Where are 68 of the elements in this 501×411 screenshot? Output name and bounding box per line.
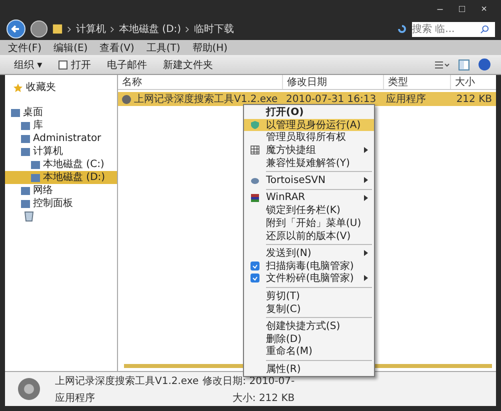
context-menu-item[interactable]: TortoiseSVN xyxy=(244,174,374,187)
window-control-button[interactable]: – xyxy=(431,4,449,14)
books-icon xyxy=(250,192,260,203)
context-menu-item[interactable]: 创建快捷方式(S) xyxy=(244,320,374,332)
file-name: 上网记录深度搜索工具V1.2.exe xyxy=(55,374,199,388)
context-menu-item[interactable]: 锁定到任务栏(K) xyxy=(244,204,374,217)
chevron-icon xyxy=(67,26,72,32)
tree-item[interactable]: 桌面 xyxy=(5,106,117,119)
context-menu-item[interactable]: 发送到(N) xyxy=(244,246,374,260)
grid-icon xyxy=(250,145,260,156)
modified-date: 修改日期: 2010-07- xyxy=(202,374,295,388)
tree-item[interactable]: 本地磁盘 (D:) xyxy=(5,171,117,184)
preview-pane-icon[interactable] xyxy=(458,58,470,70)
column-header[interactable]: 大小 xyxy=(450,75,496,89)
breadcrumb-link[interactable]: 本地磁盘 (D:) xyxy=(119,22,182,36)
context-menu-item[interactable]: WinRAR xyxy=(244,192,374,204)
star-icon xyxy=(13,82,23,92)
refresh-icon[interactable] xyxy=(396,23,408,35)
search-input[interactable]: 搜索 临... xyxy=(412,22,480,36)
tree-item[interactable]: 计算机 xyxy=(5,145,117,158)
column-header[interactable]: 名称 xyxy=(118,75,282,89)
column-header[interactable]: 类型 xyxy=(383,75,450,89)
view-options-icon[interactable] xyxy=(434,60,450,70)
context-menu-item[interactable]: 扫描病毒(电脑管家) xyxy=(244,260,374,272)
breadcrumb-link[interactable]: 计算机 xyxy=(76,22,106,36)
toolbar-button[interactable]: 组织 ▾ xyxy=(10,58,46,72)
folder-icon xyxy=(52,23,63,35)
menu-item[interactable]: 帮助(H) xyxy=(192,40,228,54)
tree-item[interactable]: 库 xyxy=(5,119,117,132)
menu-item[interactable]: 文件(F) xyxy=(8,40,42,54)
context-menu-item[interactable]: 删除(D) xyxy=(244,332,374,346)
chevron-icon xyxy=(110,26,115,32)
window-control-button[interactable]: × xyxy=(475,4,493,14)
tree-item[interactable]: 本地磁盘 (C:) xyxy=(5,158,117,171)
tree-item[interactable]: Administrator xyxy=(5,132,117,145)
toolbar-button[interactable]: 新建文件夹 xyxy=(159,58,218,72)
tree-item[interactable]: 控制面板 xyxy=(5,197,117,210)
search-icon xyxy=(480,24,489,34)
toolbar-button[interactable]: 电子邮件 xyxy=(103,58,152,72)
column-header[interactable]: 修改日期 xyxy=(282,75,383,89)
favorites-item[interactable]: 收藏夹 xyxy=(5,81,117,94)
file-row[interactable]: 上网记录深度搜索工具V1.2.exe 2010-07-31 16:13 应用程序 212 KB xyxy=(118,92,496,106)
context-menu-item[interactable]: 管理员取得所有权 xyxy=(244,131,374,144)
context-menu-item[interactable]: 兼容性疑难解答(Y) xyxy=(244,156,374,169)
file-size: 大小: 212 KB xyxy=(231,392,295,404)
context-menu-item[interactable]: 打开(O) xyxy=(244,106,374,119)
context-menu-item[interactable]: 还原以前的版本(V) xyxy=(244,229,374,242)
menu-item[interactable]: 查看(V) xyxy=(100,40,134,54)
recycle-bin-icon[interactable] xyxy=(23,210,35,222)
context-menu-item[interactable]: 重命名(M) xyxy=(244,345,374,358)
chevron-icon xyxy=(185,26,190,32)
context-menu-item[interactable]: 剪切(T) xyxy=(244,290,374,302)
tree-item[interactable]: 网络 xyxy=(5,184,117,197)
context-menu-item[interactable]: 以管理员身份运行(A) xyxy=(244,118,374,132)
context-menu-item[interactable]: 复制(C) xyxy=(244,302,374,315)
search-field[interactable]: 搜索 临... xyxy=(412,22,495,36)
context-menu-item[interactable]: 属性(R) xyxy=(244,362,374,376)
file-type: 应用程序 xyxy=(55,392,96,404)
breadcrumb-link[interactable]: 临时下载 xyxy=(194,22,234,36)
window-control-button[interactable]: □ xyxy=(453,4,471,14)
document-icon xyxy=(58,60,68,70)
context-menu-item[interactable]: 文件粉碎(电脑管家) xyxy=(244,272,374,285)
back-icon[interactable] xyxy=(6,19,26,39)
menu-item[interactable]: 编辑(E) xyxy=(54,40,88,54)
toolbar-button[interactable]: 打开 xyxy=(54,58,96,72)
context-menu-item[interactable]: 附到「开始」菜单(U) xyxy=(244,216,374,230)
menu-item[interactable]: 工具(T) xyxy=(146,40,180,54)
context-menu-item[interactable]: 魔方快捷组 xyxy=(244,144,374,156)
